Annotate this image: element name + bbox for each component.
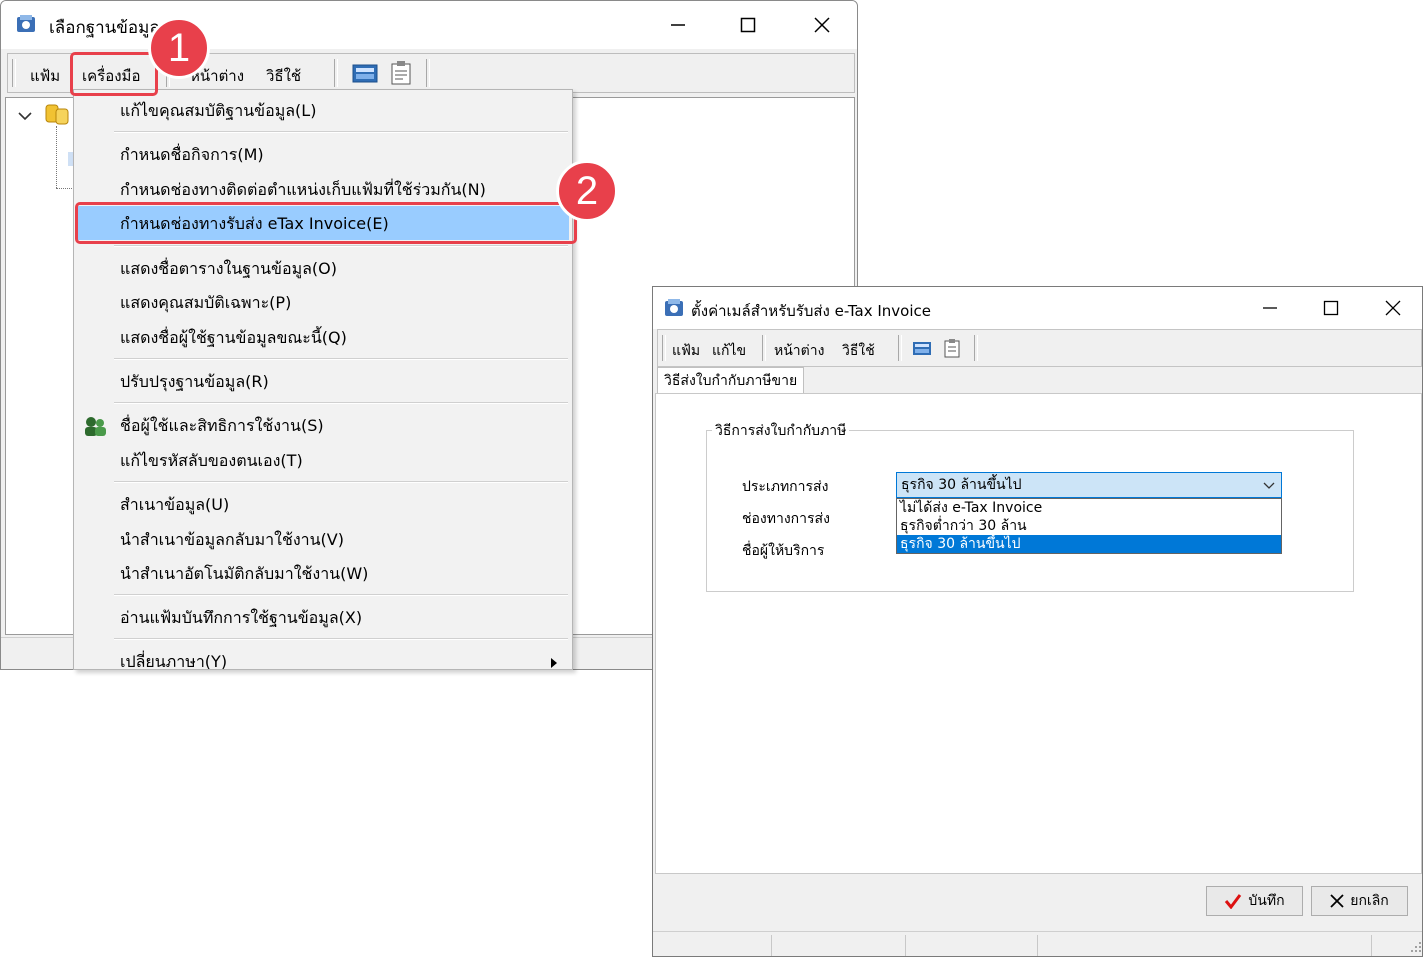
menu-item-change-language[interactable]: เปลี่ยนภาษา(Y)	[120, 650, 227, 669]
step-badge-1: 1	[148, 17, 210, 79]
dialog-menu-help[interactable]: วิธีใช้	[842, 340, 875, 362]
main-title-bar: เลือกฐานข้อมูล	[1, 1, 857, 49]
menu-item-edit-db-properties[interactable]: แก้ไขคุณสมบัติฐานข้อมูล(L)	[120, 99, 316, 124]
dialog-menu-window[interactable]: หน้าต่าง	[774, 340, 824, 362]
dialog-menu-bar: แฟ้ม แก้ไข หน้าต่าง วิธีใช้	[657, 329, 1422, 367]
menu-item-restore[interactable]: นำสำเนาข้อมูลกลับมาใช้งาน(V)	[120, 528, 344, 553]
menu-item-change-password[interactable]: แก้ไขรหัสลับของตนเอง(T)	[120, 449, 303, 474]
toolbar-separator	[762, 335, 766, 361]
dialog-title-bar: ตั้งค่าเมล์สำหรับรับส่ง e-Tax Invoice	[653, 287, 1422, 329]
check-icon	[1225, 894, 1242, 909]
send-type-select[interactable]: ธุรกิจ 30 ล้านขึ้นไป	[896, 472, 1282, 498]
toolbar-separator	[898, 335, 902, 361]
status-separator	[1371, 935, 1372, 956]
menu-item-show-current-users[interactable]: แสดงชื่อผู้ใช้ฐานข้อมูลขณะนี้(Q)	[120, 326, 347, 351]
app-icon	[663, 297, 685, 319]
close-button[interactable]	[799, 5, 845, 45]
close-icon	[1330, 894, 1344, 908]
menu-separator	[114, 594, 568, 596]
etax-settings-dialog: ตั้งค่าเมล์สำหรับรับส่ง e-Tax Invoice แฟ…	[652, 286, 1423, 957]
chevron-down-icon[interactable]	[18, 106, 32, 125]
toolbar-grip	[662, 335, 666, 361]
maximize-button[interactable]	[725, 5, 771, 45]
dialog-minimize-button[interactable]	[1247, 288, 1293, 328]
dialog-menu-file[interactable]: แฟ้ม	[672, 340, 700, 362]
dialog-status-bar	[653, 931, 1422, 956]
option-no-etax[interactable]: ไม่ได้ส่ง e-Tax Invoice	[897, 499, 1281, 517]
clipboard-icon[interactable]	[390, 60, 412, 90]
menu-help[interactable]: วิธีใช้	[266, 64, 301, 88]
menu-separator	[114, 481, 568, 483]
menu-item-read-log[interactable]: อ่านแฟ้มบันทึกการใช้ฐานข้อมูล(X)	[120, 606, 362, 631]
resize-grip-icon[interactable]	[1410, 938, 1422, 956]
channel-label: ช่องทางการส่ง	[742, 511, 830, 527]
tree-line	[56, 126, 58, 188]
menu-separator	[114, 245, 568, 247]
toolbar-grip	[12, 59, 16, 87]
calculator-icon[interactable]	[912, 339, 932, 361]
menu-file[interactable]: แฟ้ม	[30, 64, 60, 88]
menu-item-set-shared-path[interactable]: กำหนดช่องทางติดต่อตำแหน่งเก็บแฟ้มที่ใช้ร…	[120, 178, 486, 203]
menu-separator	[114, 358, 568, 360]
tree-line	[56, 188, 74, 190]
provider-label: ชื่อผู้ให้บริการ	[742, 543, 825, 559]
status-separator	[905, 935, 906, 956]
menu-item-update-db[interactable]: ปรับปรุงฐานข้อมูล(R)	[120, 370, 269, 395]
save-label: บันทึก	[1248, 893, 1285, 909]
tab-panel: วิธีการส่งใบกำกับภาษี ประเภทการส่ง ช่องท…	[655, 393, 1422, 874]
menu-separator	[114, 638, 568, 640]
menu-separator	[114, 402, 568, 404]
submenu-arrow-icon	[550, 654, 558, 669]
cancel-button[interactable]: ยกเลิก	[1311, 886, 1408, 916]
callout-highlight-tools-menu	[70, 52, 158, 96]
minimize-button[interactable]	[655, 5, 701, 45]
dialog-title: ตั้งค่าเมล์สำหรับรับส่ง e-Tax Invoice	[691, 302, 932, 320]
menu-item-backup[interactable]: สำเนาข้อมูล(U)	[120, 493, 229, 518]
save-button[interactable]: บันทึก	[1206, 886, 1303, 916]
dialog-menu-edit[interactable]: แก้ไข	[712, 340, 746, 362]
group-title: วิธีการส่งใบกำกับภาษี	[712, 420, 850, 442]
menu-item-show-properties[interactable]: แสดงคุณสมบัติเฉพาะ(P)	[120, 291, 291, 316]
calculator-icon[interactable]	[352, 62, 378, 88]
tab-sales-tax-invoice-method[interactable]: วิธีส่งใบกำกับภาษีขาย	[657, 367, 805, 394]
menu-item-restore-auto[interactable]: นำสำเนาอัตโนมัติกลับมาใช้งาน(W)	[120, 562, 368, 587]
tools-menu: แก้ไขคุณสมบัติฐานข้อมูล(L) กำหนดชื่อกิจก…	[73, 89, 573, 670]
option-30m-and-above[interactable]: ธุรกิจ 30 ล้านขึ้นไป	[897, 535, 1281, 553]
dialog-maximize-button[interactable]	[1308, 288, 1354, 328]
send-type-value: ธุรกิจ 30 ล้านขึ้นไป	[901, 477, 1022, 493]
callout-highlight-etax-item	[75, 202, 577, 244]
toolbar-separator	[974, 335, 978, 361]
clipboard-icon[interactable]	[944, 338, 960, 362]
send-type-options: ไม่ได้ส่ง e-Tax Invoice ธุรกิจต่ำกว่า 30…	[896, 498, 1282, 554]
toolbar-separator	[334, 59, 338, 87]
users-icon	[82, 415, 108, 441]
main-window-title: เลือกฐานข้อมูล	[49, 18, 160, 38]
toolbar-separator	[426, 59, 430, 87]
app-icon	[15, 13, 37, 35]
menu-item-show-tables[interactable]: แสดงชื่อตารางในฐานข้อมูล(O)	[120, 257, 337, 282]
option-below-30m[interactable]: ธุรกิจต่ำกว่า 30 ล้าน	[897, 517, 1281, 535]
status-separator	[771, 935, 772, 956]
menu-item-set-business-name[interactable]: กำหนดชื่อกิจการ(M)	[120, 143, 264, 168]
menu-item-user-rights[interactable]: ชื่อผู้ใช้และสิทธิการใช้งาน(S)	[120, 414, 324, 439]
status-separator	[1037, 935, 1038, 956]
send-type-label: ประเภทการส่ง	[742, 479, 829, 495]
cancel-label: ยกเลิก	[1350, 893, 1389, 909]
menu-separator	[114, 131, 568, 133]
step-badge-2: 2	[556, 160, 618, 222]
chevron-down-icon[interactable]	[1261, 473, 1277, 497]
dialog-close-button[interactable]	[1370, 288, 1416, 328]
